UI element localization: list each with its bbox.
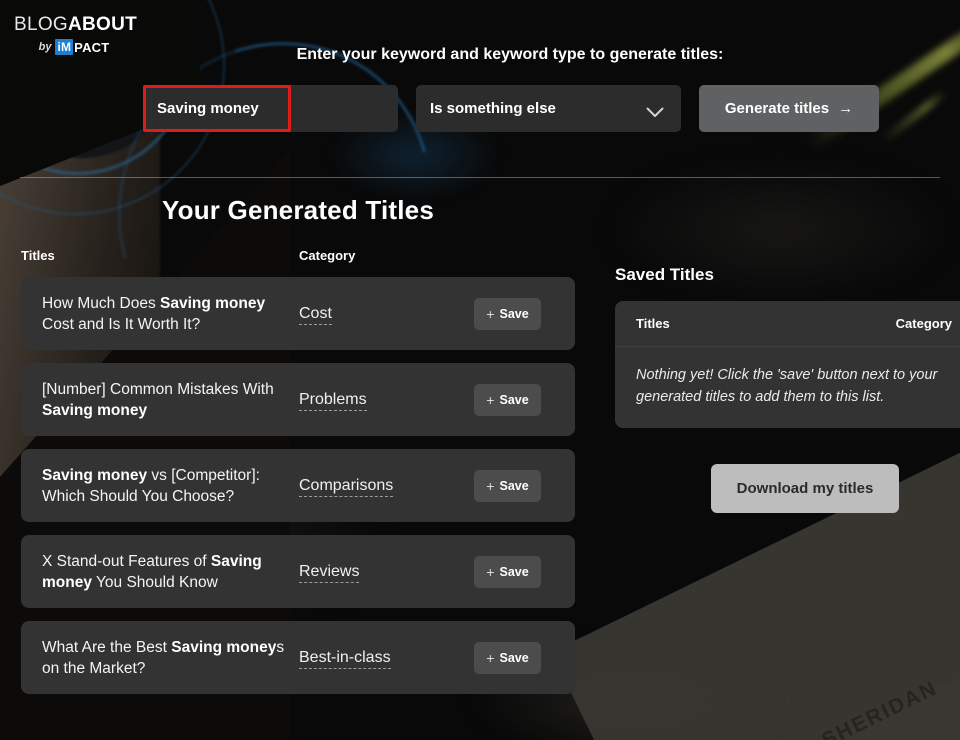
generated-title-keyword: Saving money: [160, 294, 266, 312]
keyword-type-select[interactable]: Is something else: [416, 85, 681, 132]
brand-wordmark: BLOGABOUT: [14, 14, 138, 36]
generated-title-row: What Are the Best Saving moneys on the M…: [21, 621, 575, 694]
generated-title-keyword: Saving money: [42, 552, 262, 591]
saved-titles-empty-message: Nothing yet! Click the 'save' button nex…: [636, 367, 938, 405]
generated-title-keyword: Saving money: [42, 401, 148, 419]
saved-column-header-titles: Titles: [636, 316, 670, 331]
plus-icon: +: [486, 649, 495, 666]
blogabout-app: MARCUS SHERIDAN BLOGABOUT by iM PACT Ente…: [0, 0, 960, 740]
save-title-label: Save: [499, 478, 529, 493]
impact-logo: iM PACT: [55, 39, 109, 55]
saved-titles-heading: Saved Titles: [615, 265, 714, 284]
generated-title-category: Best-in-class: [299, 645, 459, 670]
generated-title-row: How Much Does Saving money Cost and Is I…: [21, 277, 575, 350]
generated-title-category: Problems: [299, 387, 459, 412]
generated-title-category-text: Problems: [299, 391, 367, 411]
download-button-wrapper: Download my titles: [615, 464, 960, 513]
keyword-input[interactable]: [143, 85, 398, 132]
generated-title-text: What Are the Best Saving moneys on the M…: [42, 638, 285, 677]
brand-wordmark-light: BLOG: [14, 14, 68, 35]
header-prompt: Enter your keyword and keyword type to g…: [296, 46, 724, 63]
olive-streak-secondary: [879, 88, 949, 145]
generated-title-text: X Stand-out Features of Saving money You…: [42, 552, 262, 591]
generated-title-keyword: Saving money: [42, 466, 148, 484]
saved-titles-section: Saved Titles Titles Category Nothing yet…: [615, 265, 960, 513]
header-divider: [20, 177, 940, 178]
save-title-button[interactable]: + Save: [474, 383, 541, 416]
column-header-category: Category: [299, 248, 356, 263]
plus-icon: +: [486, 563, 495, 580]
keyword-controls: Is something else Generate titles →: [143, 85, 879, 132]
plus-icon: +: [486, 391, 495, 408]
generate-titles-label: Generate titles: [724, 100, 830, 117]
generated-title-category: Reviews: [299, 559, 459, 584]
download-titles-button[interactable]: Download my titles: [710, 464, 900, 513]
generated-title-category-text: Comparisons: [299, 477, 394, 497]
generated-column-headers: Titles Category: [0, 248, 596, 263]
brand-byline: by iM PACT: [14, 39, 134, 55]
impact-wordmark: PACT: [74, 39, 110, 55]
generated-titles-list: How Much Does Saving money Cost and Is I…: [0, 277, 596, 694]
generate-titles-button[interactable]: Generate titles →: [699, 85, 879, 132]
save-title-label: Save: [499, 306, 529, 321]
saved-column-header-category: Category: [895, 316, 952, 331]
generated-title-text: Saving money vs [Competitor]: Which Shou…: [42, 466, 260, 505]
save-title-label: Save: [499, 650, 529, 665]
brand-logo[interactable]: BLOGABOUT by iM PACT: [14, 14, 138, 55]
marcus-sheridan-label: MARCUS SHERIDAN: [717, 676, 942, 740]
brand-wordmark-bold: ABOUT: [68, 14, 138, 35]
generated-title-category-text: Reviews: [299, 563, 360, 583]
column-header-titles: Titles: [21, 248, 55, 263]
save-title-button[interactable]: + Save: [474, 555, 541, 588]
generated-title-row: Saving money vs [Competitor]: Which Shou…: [21, 449, 575, 522]
background-card-shadow: [668, 634, 960, 740]
generated-title-keyword: Saving money: [171, 638, 277, 656]
generated-titles-section: Your Generated Titles Titles Category Ho…: [0, 195, 596, 707]
save-title-label: Save: [499, 392, 529, 407]
generated-title-text: [Number] Common Mistakes With Saving mon…: [42, 380, 274, 419]
generated-titles-heading: Your Generated Titles: [162, 195, 434, 225]
arrow-right-icon: →: [838, 100, 854, 117]
generated-title-row: [Number] Common Mistakes With Saving mon…: [21, 363, 575, 436]
plus-icon: +: [486, 477, 495, 494]
impact-badge-icon: iM: [55, 39, 74, 55]
generated-title-category: Cost: [299, 301, 459, 326]
plus-icon: +: [486, 305, 495, 322]
keyword-type-wrapper: Is something else: [416, 85, 681, 132]
save-title-button[interactable]: + Save: [474, 641, 541, 674]
generated-title-category: Comparisons: [299, 473, 459, 498]
save-title-button[interactable]: + Save: [474, 469, 541, 502]
save-title-button[interactable]: + Save: [474, 297, 541, 330]
keyword-input-wrapper: [143, 85, 398, 132]
saved-titles-panel: Titles Category Nothing yet! Click the '…: [615, 301, 960, 428]
generated-title-category-text: Cost: [299, 305, 332, 325]
save-title-label: Save: [499, 564, 529, 579]
generated-title-row: X Stand-out Features of Saving money You…: [21, 535, 575, 608]
generated-title-text: How Much Does Saving money Cost and Is I…: [42, 294, 266, 333]
saved-column-headers: Titles Category: [615, 301, 960, 347]
generated-title-category-text: Best-in-class: [299, 649, 391, 669]
brand-by-label: by: [38, 41, 52, 53]
